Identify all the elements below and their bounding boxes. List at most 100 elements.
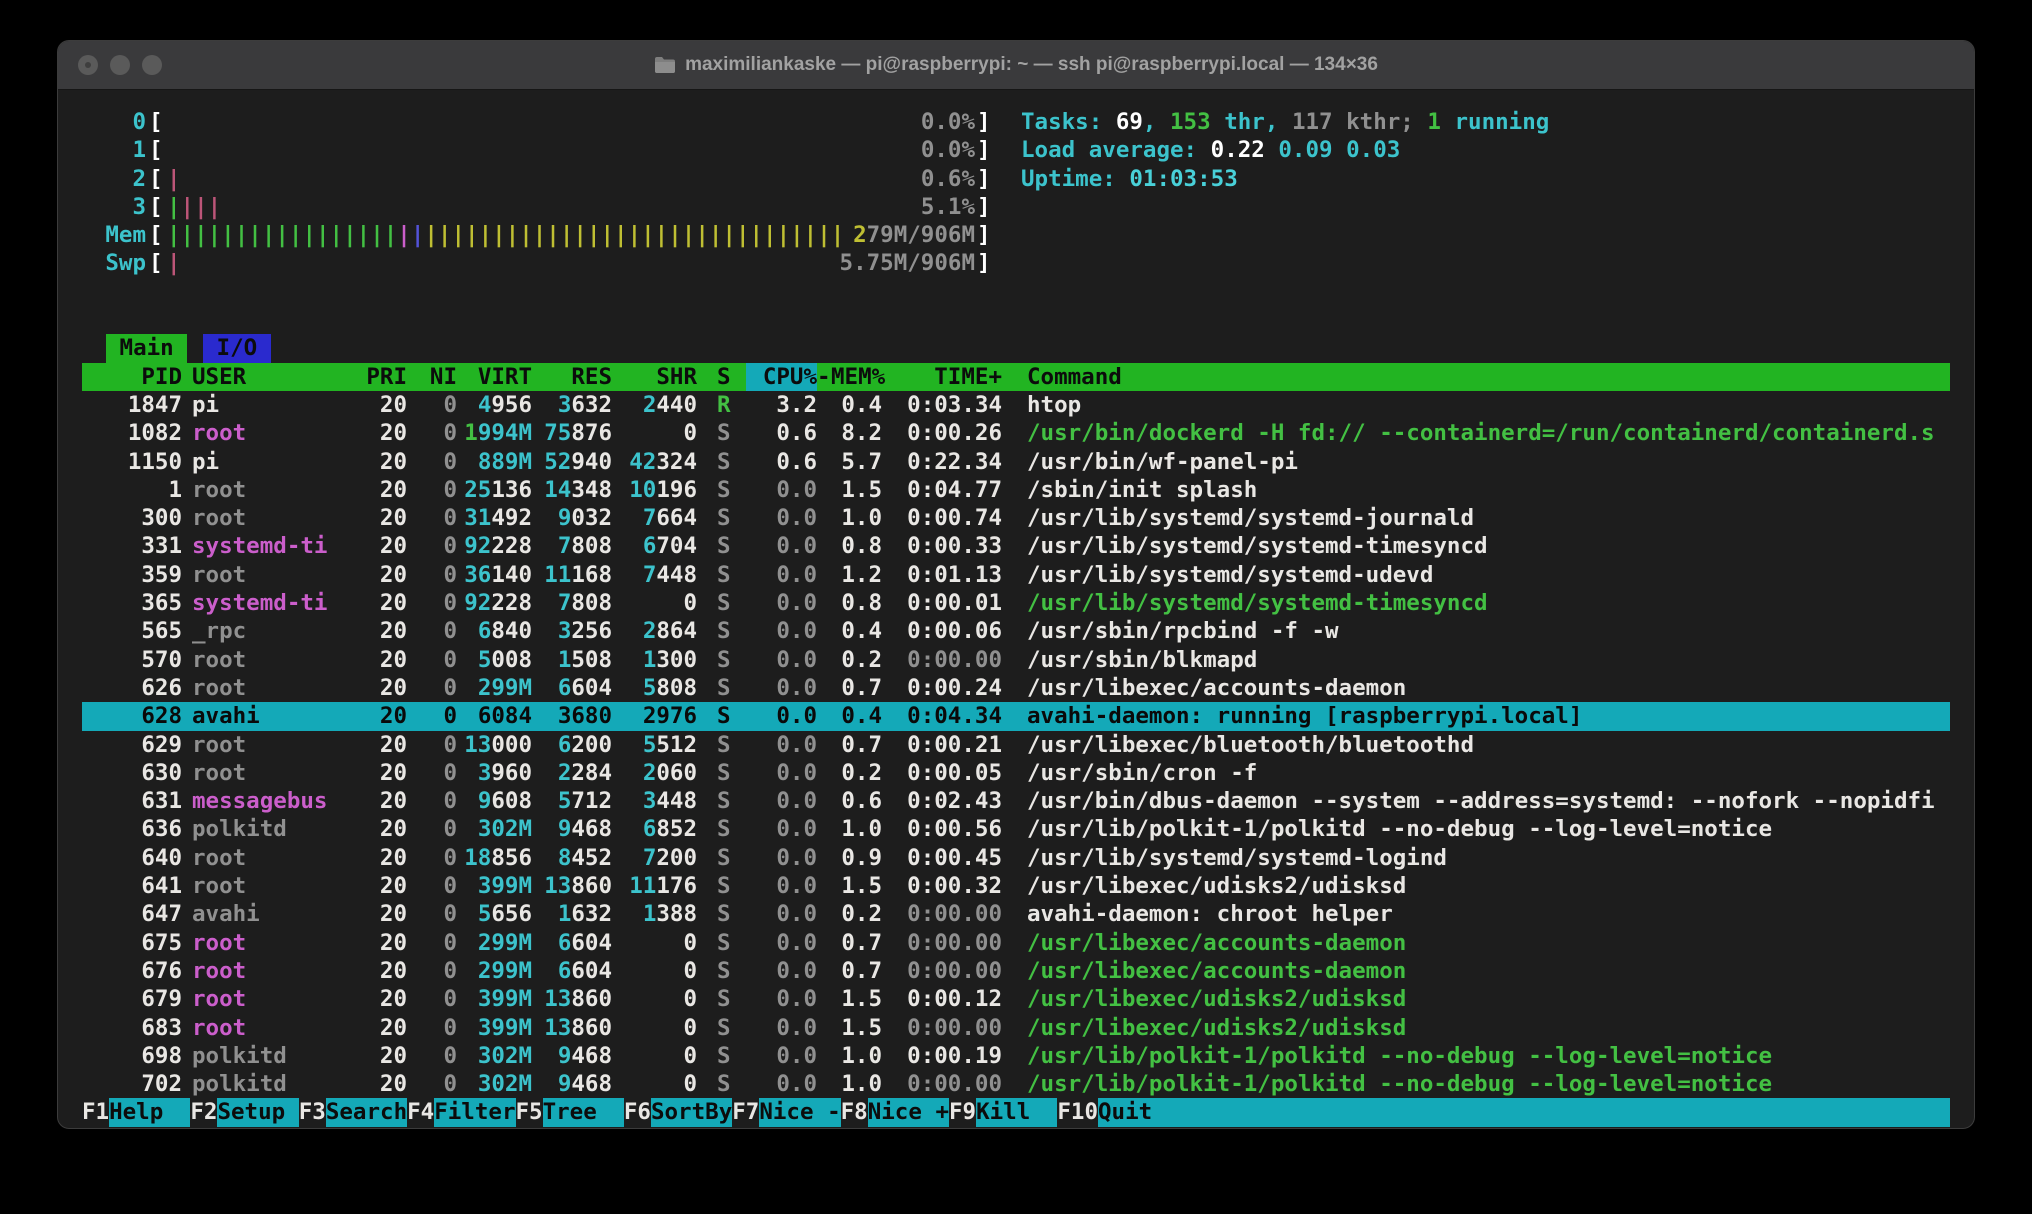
desktop: maximiliankaske — pi@raspberrypi: ~ — ss… xyxy=(0,0,2032,1214)
process-row-683[interactable]: 683root200399M138600S0.01.50:00.00/usr/l… xyxy=(82,1014,1950,1042)
process-row-647[interactable]: 647avahi200565616321388S0.00.20:00.00ava… xyxy=(82,900,1950,928)
cell-time: 0:01.13 xyxy=(82,561,1002,589)
meter-row-1: 1[0.0%]Load average: 0.22 0.09 0.03 xyxy=(82,136,1950,164)
cell-time: 0:00.24 xyxy=(82,674,1002,702)
process-row-702[interactable]: 702polkitd200302M94680S0.01.00:00.00/usr… xyxy=(82,1070,1950,1098)
cell-command: avahi-daemon: chroot helper xyxy=(1027,900,1393,928)
process-row-626[interactable]: 626root200299M66045808S0.00.70:00.24/usr… xyxy=(82,674,1950,702)
cell-time: 0:00.00 xyxy=(82,646,1002,674)
cell-command: /usr/sbin/cron -f xyxy=(1027,759,1257,787)
minimize-button[interactable] xyxy=(110,55,130,75)
process-row-698[interactable]: 698polkitd200302M94680S0.01.00:00.19/usr… xyxy=(82,1042,1950,1070)
fkey-label-quit[interactable]: Quit xyxy=(1098,1098,1950,1126)
close-button[interactable] xyxy=(78,55,98,75)
cell-command: /usr/bin/wf-panel-pi xyxy=(1027,448,1298,476)
process-row-331[interactable]: 331systemd-ti2009222878086704S0.00.80:00… xyxy=(82,532,1950,560)
summary-info-line: Tasks: 69, 153 thr, 117 kthr; 1 running xyxy=(1021,108,1549,136)
cell-time: 0:00.45 xyxy=(82,844,1002,872)
cell-time: 0:00.21 xyxy=(82,731,1002,759)
process-row-1[interactable]: 1root200251361434810196S0.01.50:04.77/sb… xyxy=(82,476,1950,504)
process-row-365[interactable]: 365systemd-ti2009222878080S0.00.80:00.01… xyxy=(82,589,1950,617)
fkey-label-search[interactable]: Search xyxy=(326,1098,407,1126)
process-row-565[interactable]: 565_rpc200684032562864S0.00.40:00.06/usr… xyxy=(82,617,1950,645)
meter-value: 0.6% xyxy=(82,165,975,193)
cell-time: 0:00.00 xyxy=(82,929,1002,957)
process-row-1150[interactable]: 1150pi200889M5294042324S0.65.70:22.34/us… xyxy=(82,448,1950,476)
cell-command: /usr/lib/systemd/systemd-timesyncd xyxy=(1027,532,1488,560)
fkey-label-sortby[interactable]: SortBy xyxy=(651,1098,732,1126)
meter-value: 5.75M/906M xyxy=(82,249,975,277)
fkey-f5[interactable]: F5 xyxy=(516,1098,543,1126)
cell-command: /usr/lib/polkit-1/polkitd --no-debug --l… xyxy=(1027,1042,1772,1070)
htop-terminal[interactable]: 0[0.0%]Tasks: 69, 153 thr, 117 kthr; 1 r… xyxy=(58,90,1974,1129)
meter-row-3: 3[||||5.1%] xyxy=(82,193,1950,221)
process-row-629[interactable]: 629root2001300062005512S0.00.70:00.21/us… xyxy=(82,731,1950,759)
process-row-1847[interactable]: 1847pi200495636322440R3.20.40:03.34htop xyxy=(82,391,1950,419)
process-row-641[interactable]: 641root200399M1386011176S0.01.50:00.32/u… xyxy=(82,872,1950,900)
cell-time: 0:00.12 xyxy=(82,985,1002,1013)
process-row-300[interactable]: 300root2003149290327664S0.01.00:00.74/us… xyxy=(82,504,1950,532)
fkey-f3[interactable]: F3 xyxy=(299,1098,326,1126)
cell-time: 0:00.00 xyxy=(82,900,1002,928)
process-row-640[interactable]: 640root2001885684527200S0.00.90:00.45/us… xyxy=(82,844,1950,872)
fkey-label-help[interactable]: Help xyxy=(109,1098,190,1126)
window-title-text: maximiliankaske — pi@raspberrypi: ~ — ss… xyxy=(685,54,1378,76)
cell-command: /usr/lib/polkit-1/polkitd --no-debug --l… xyxy=(1027,815,1772,843)
summary-info-line: Uptime: 01:03:53 xyxy=(1021,165,1238,193)
process-row-676[interactable]: 676root200299M66040S0.00.70:00.00/usr/li… xyxy=(82,957,1950,985)
meter-value: 5.1% xyxy=(82,193,975,221)
fkey-f1[interactable]: F1 xyxy=(82,1098,109,1126)
tab-main[interactable]: Main xyxy=(106,334,187,362)
cell-command: /usr/libexec/accounts-daemon xyxy=(1027,957,1406,985)
fkey-label-nice-[interactable]: Nice - xyxy=(759,1098,840,1126)
cell-time: 0:03.34 xyxy=(82,391,1002,419)
cell-command: /usr/lib/systemd/systemd-timesyncd xyxy=(1027,589,1488,617)
fkey-f8[interactable]: F8 xyxy=(841,1098,868,1126)
fkey-label-setup[interactable]: Setup xyxy=(217,1098,298,1126)
process-row-630[interactable]: 630root200396022842060S0.00.20:00.05/usr… xyxy=(82,759,1950,787)
fkey-f6[interactable]: F6 xyxy=(624,1098,651,1126)
terminal-window: maximiliankaske — pi@raspberrypi: ~ — ss… xyxy=(57,40,1975,1129)
fkey-f2[interactable]: F2 xyxy=(190,1098,217,1126)
cell-command: /usr/libexec/udisks2/udisksd xyxy=(1027,1014,1406,1042)
fkey-label-kill[interactable]: Kill xyxy=(976,1098,1057,1126)
process-row-628[interactable]: 628avahi200608436802976S0.00.40:04.34ava… xyxy=(82,702,1950,730)
fkey-f9[interactable]: F9 xyxy=(949,1098,976,1126)
process-row-631[interactable]: 631messagebus200960857123448S0.00.60:02.… xyxy=(82,787,1950,815)
tab-io[interactable]: I/O xyxy=(203,334,271,362)
column-header-time[interactable]: TIME+ xyxy=(82,363,1002,391)
fkey-f10[interactable]: F10 xyxy=(1057,1098,1098,1126)
meter-row-swp: Swp[|5.75M/906M] xyxy=(82,249,1950,277)
process-row-636[interactable]: 636polkitd200302M94686852S0.01.00:00.56/… xyxy=(82,815,1950,843)
window-titlebar[interactable]: maximiliankaske — pi@raspberrypi: ~ — ss… xyxy=(58,41,1974,90)
process-row-679[interactable]: 679root200399M138600S0.01.50:00.12/usr/l… xyxy=(82,985,1950,1013)
meter-value: 0.0% xyxy=(82,108,975,136)
screen-tabs-row: Main I/O xyxy=(82,334,1950,362)
fkey-f7[interactable]: F7 xyxy=(732,1098,759,1126)
fkey-label-nice-[interactable]: Nice + xyxy=(868,1098,949,1126)
process-row-359[interactable]: 359root20036140111687448S0.01.20:01.13/u… xyxy=(82,561,1950,589)
cell-time: 0:00.19 xyxy=(82,1042,1002,1070)
fkey-label-tree[interactable]: Tree xyxy=(543,1098,624,1126)
cell-command: /usr/lib/systemd/systemd-journald xyxy=(1027,504,1474,532)
cell-command: /usr/lib/systemd/systemd-logind xyxy=(1027,844,1447,872)
cell-command: /usr/libexec/bluetooth/bluetoothd xyxy=(1027,731,1474,759)
blank-row xyxy=(82,306,1950,334)
column-header-command[interactable]: Command xyxy=(1027,363,1122,391)
cell-command: /usr/libexec/accounts-daemon xyxy=(1027,929,1406,957)
blank-row xyxy=(82,278,1950,306)
process-row-675[interactable]: 675root200299M66040S0.00.70:00.00/usr/li… xyxy=(82,929,1950,957)
fkey-f4[interactable]: F4 xyxy=(407,1098,434,1126)
process-row-1082[interactable]: 1082root2001994M758760S0.68.20:00.26/usr… xyxy=(82,419,1950,447)
cell-time: 0:00.01 xyxy=(82,589,1002,617)
meter-value: 279M/906M xyxy=(82,221,975,249)
fkey-label-filter[interactable]: Filter xyxy=(434,1098,515,1126)
cell-time: 0:00.56 xyxy=(82,815,1002,843)
cell-time: 0:00.00 xyxy=(82,1070,1002,1098)
process-row-570[interactable]: 570root200500815081300S0.00.20:00.00/usr… xyxy=(82,646,1950,674)
zoom-button[interactable] xyxy=(142,55,162,75)
table-header-row: PIDUSERPRINIVIRTRESSHRSCPU%-MEM%TIME+Com… xyxy=(82,363,1950,391)
cell-command: /usr/sbin/rpcbind -f -w xyxy=(1027,617,1339,645)
meter-row-2: 2[|0.6%]Uptime: 01:03:53 xyxy=(82,165,1950,193)
cell-time: 0:22.34 xyxy=(82,448,1002,476)
